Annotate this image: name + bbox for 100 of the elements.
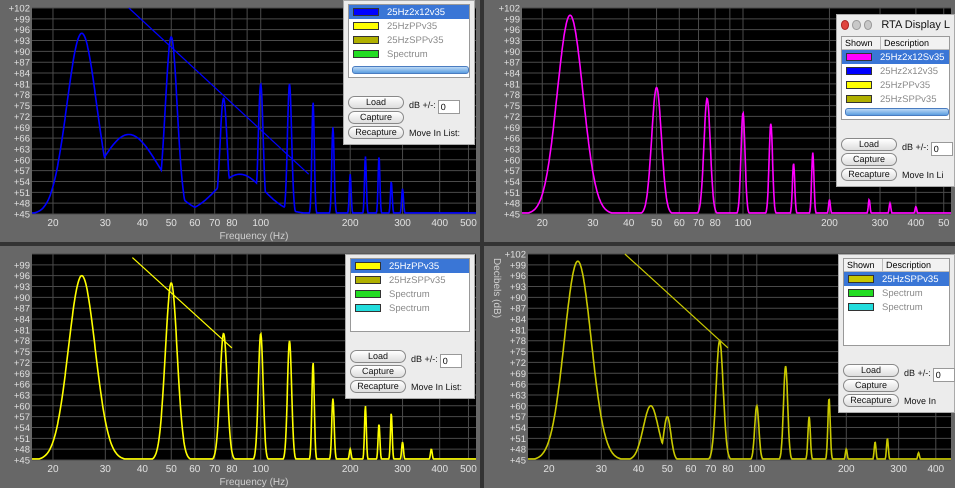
x-tick-label: 20 — [47, 464, 59, 475]
move-in-list-label: Move In List: — [409, 128, 460, 138]
y-tick-label: +69 — [14, 122, 30, 134]
db-label: dB +/-: — [411, 354, 438, 364]
y-tick-label: +90 — [14, 292, 30, 304]
y-tick-label: +51 — [14, 434, 30, 445]
zoom-button[interactable] — [864, 20, 872, 30]
recapture-button[interactable]: Recapture — [348, 126, 404, 139]
capture-button[interactable]: Capture — [350, 365, 406, 378]
x-tick-label: 80 — [226, 464, 238, 475]
close-button[interactable] — [841, 20, 850, 30]
dialog-title: RTA Display L — [881, 19, 950, 31]
x-axis-title: Frequency (Hz) — [220, 231, 288, 242]
y-tick-label: +72 — [510, 358, 526, 369]
load-button[interactable]: Load — [843, 364, 899, 377]
capture-button[interactable]: Capture — [348, 111, 404, 124]
y-tick-label: +87 — [510, 304, 526, 315]
scrollbar[interactable] — [352, 66, 469, 74]
x-tick-label: 80 — [722, 464, 734, 475]
db-label: dB +/-: — [409, 100, 436, 110]
y-tick-label: +66 — [510, 380, 526, 391]
x-tick-label: 70 — [705, 464, 716, 475]
y-tick-label: +72 — [14, 112, 30, 123]
y-tick-label: +63 — [14, 390, 30, 402]
x-tick-label: 30 — [100, 464, 111, 475]
column-header[interactable]: Shown — [842, 37, 881, 49]
y-tick-label: +99 — [14, 14, 30, 26]
y-tick-label: +51 — [504, 188, 520, 199]
y-tick-label: +78 — [504, 90, 520, 102]
x-tick-label: 50 — [651, 218, 662, 229]
y-tick-label: +48 — [14, 198, 30, 210]
y-tick-label: +48 — [510, 444, 526, 456]
recapture-button[interactable]: Recapture — [350, 380, 406, 393]
y-tick-label: +45 — [504, 210, 520, 220]
x-tick-label: 200 — [838, 464, 855, 475]
list-row[interactable]: 25Hz2x12v35 — [349, 5, 469, 19]
x-tick-label: 50 — [662, 464, 673, 475]
recapture-button[interactable]: Recapture — [843, 394, 899, 407]
list-row[interactable]: 25HzSPPv35 — [844, 272, 949, 286]
x-tick-label: 70 — [692, 218, 704, 229]
y-tick-label: +60 — [14, 155, 30, 166]
y-tick-label: +57 — [14, 412, 30, 424]
x-tick-label: 80 — [710, 218, 721, 229]
x-tick-label: 300 — [394, 218, 411, 229]
y-tick-label: +78 — [14, 336, 30, 348]
x-tick-label: 60 — [189, 464, 200, 475]
y-tick-label: +54 — [14, 176, 30, 188]
x-axis-title: Frequency (Hz) — [220, 477, 288, 488]
x-tick-label: 100 — [252, 218, 270, 229]
y-tick-label: +90 — [14, 46, 30, 58]
x-tick-label: 80 — [226, 218, 238, 229]
y-tick-label: +90 — [504, 46, 520, 58]
y-tick-label: +57 — [504, 166, 520, 178]
db-offset-field[interactable]: 0 — [932, 368, 955, 382]
y-tick-label: +102 — [8, 4, 30, 14]
db-offset-field[interactable]: 0 — [440, 354, 462, 368]
y-tick-label: +99 — [504, 14, 520, 26]
load-button[interactable]: Load — [350, 350, 406, 363]
y-tick-label: +66 — [14, 134, 30, 145]
y-tick-label: +81 — [14, 79, 30, 90]
y-tick-label: +51 — [510, 434, 526, 445]
y-tick-label: +81 — [14, 325, 30, 336]
y-tick-label: +96 — [510, 271, 526, 282]
y-tick-label: +54 — [14, 422, 30, 434]
y-tick-label: +66 — [14, 380, 30, 391]
x-tick-label: 300 — [890, 464, 907, 475]
y-tick-label: +93 — [14, 36, 30, 48]
x-tick-label: 500 — [460, 464, 477, 475]
list-row[interactable]: 25Hz2x12Sv35 — [842, 50, 949, 64]
y-tick-label: +78 — [14, 90, 30, 102]
capture-button[interactable]: Capture — [843, 379, 899, 392]
load-button[interactable]: Load — [348, 96, 404, 109]
db-offset-field[interactable]: 0 — [438, 100, 460, 114]
x-tick-label: 40 — [136, 464, 148, 475]
column-header[interactable]: Description — [881, 37, 932, 49]
y-tick-label: +93 — [510, 282, 526, 294]
load-button[interactable]: Load — [841, 138, 897, 151]
y-tick-label: +96 — [14, 25, 30, 36]
y-tick-label: +87 — [14, 58, 30, 69]
scrollbar[interactable] — [845, 108, 949, 116]
y-tick-label: +60 — [504, 155, 520, 166]
y-tick-label: +45 — [14, 210, 30, 220]
move-in-list-label: Move In List: — [411, 382, 462, 392]
column-header[interactable]: Shown — [844, 259, 883, 271]
db-offset-field[interactable]: 0 — [930, 142, 953, 156]
db-label: dB +/-: — [902, 142, 929, 152]
x-tick-label: 20 — [536, 218, 548, 229]
list-row[interactable]: 25HzPPv35 — [351, 259, 469, 273]
x-tick-label: 400 — [431, 464, 448, 475]
x-tick-label: 300 — [872, 218, 888, 229]
y-tick-label: +75 — [14, 101, 30, 112]
recapture-button[interactable]: Recapture — [841, 168, 897, 181]
column-header[interactable]: Description — [883, 259, 934, 271]
x-tick-label: 400 — [908, 218, 924, 229]
x-tick-label: 70 — [209, 464, 220, 475]
y-tick-label: +51 — [14, 188, 30, 199]
y-tick-label: +99 — [14, 260, 30, 272]
capture-button[interactable]: Capture — [841, 153, 897, 166]
db-label: dB +/-: — [904, 368, 931, 378]
y-tick-label: +54 — [510, 422, 526, 434]
